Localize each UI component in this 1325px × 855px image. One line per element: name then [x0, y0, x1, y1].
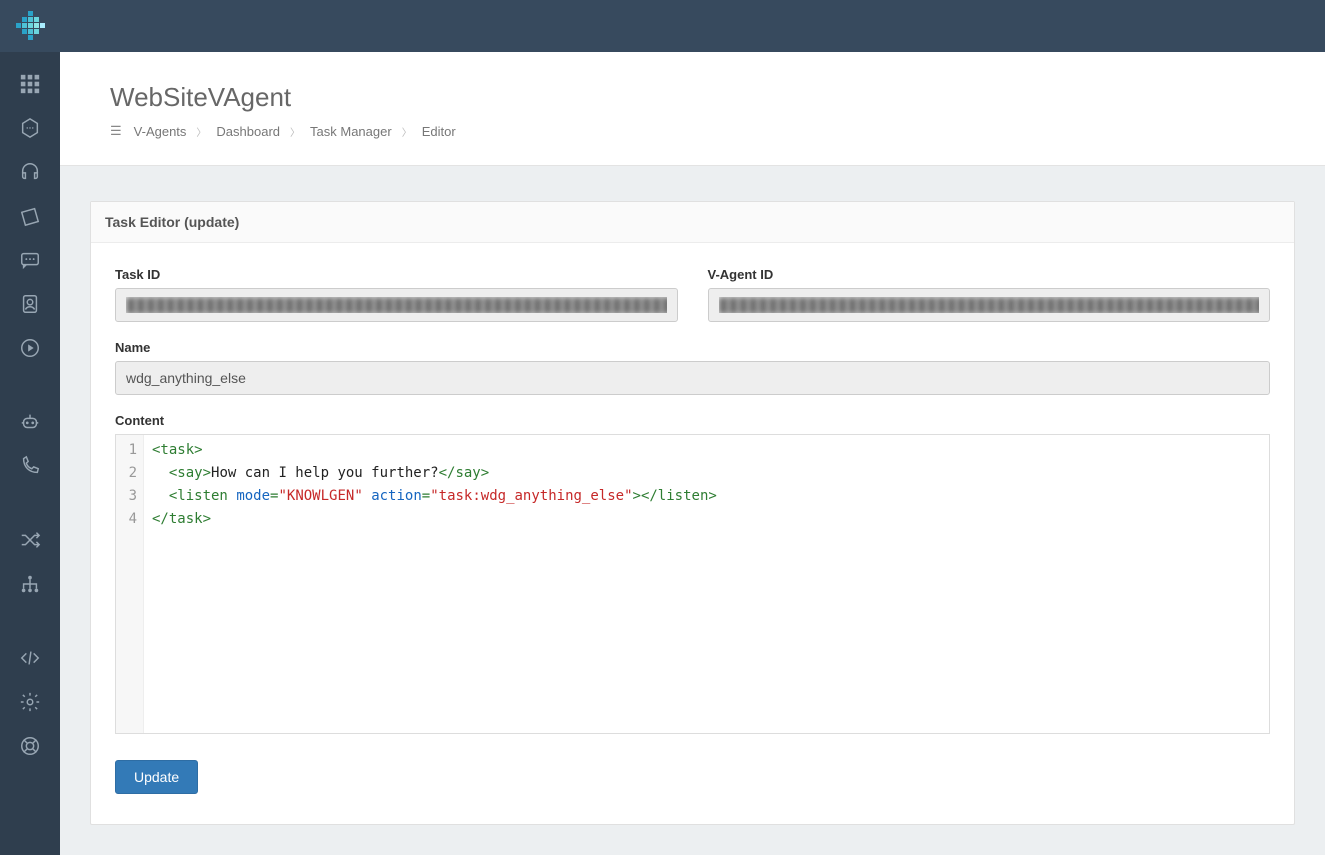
code-gutter: 1234	[116, 435, 144, 733]
page-header: WebSiteVAgent ☰ V-Agents 〉 Dashboard 〉 T…	[60, 52, 1325, 166]
code-content[interactable]: <task> <say>How can I help you further?<…	[144, 435, 1269, 733]
update-button[interactable]: Update	[115, 760, 198, 794]
phone-icon[interactable]	[0, 444, 60, 488]
sidebar	[0, 52, 60, 855]
chevron-right-icon: 〉	[290, 124, 300, 139]
breadcrumb-task-manager[interactable]: Task Manager	[310, 124, 392, 139]
name-label: Name	[115, 340, 1270, 355]
contact-icon[interactable]	[0, 282, 60, 326]
breadcrumb: ☰ V-Agents 〉 Dashboard 〉 Task Manager 〉 …	[110, 123, 1275, 139]
breadcrumb-dashboard[interactable]: Dashboard	[216, 124, 280, 139]
chat-icon[interactable]	[0, 238, 60, 282]
gear-icon[interactable]	[0, 680, 60, 724]
main-content: WebSiteVAgent ☰ V-Agents 〉 Dashboard 〉 T…	[60, 52, 1325, 855]
chevron-right-icon: 〉	[196, 124, 206, 139]
app-logo	[16, 11, 46, 41]
apps-icon[interactable]	[0, 62, 60, 106]
task-id-input[interactable]	[115, 288, 678, 322]
hexagon-icon[interactable]	[0, 106, 60, 150]
panel-title: Task Editor (update)	[91, 202, 1294, 243]
headset-icon[interactable]	[0, 150, 60, 194]
content-label: Content	[115, 413, 1270, 428]
task-id-label: Task ID	[115, 267, 678, 282]
sitemap-icon[interactable]	[0, 562, 60, 606]
code-icon[interactable]	[0, 636, 60, 680]
play-icon[interactable]	[0, 326, 60, 370]
robot-icon[interactable]	[0, 400, 60, 444]
topbar	[0, 0, 1325, 52]
shuffle-icon[interactable]	[0, 518, 60, 562]
code-editor[interactable]: 1234 <task> <say>How can I help you furt…	[115, 434, 1270, 734]
breadcrumb-root[interactable]: V-Agents	[134, 124, 187, 139]
breadcrumb-menu-icon[interactable]: ☰	[110, 123, 122, 139]
name-input[interactable]	[115, 361, 1270, 395]
chevron-right-icon: 〉	[402, 124, 412, 139]
life-ring-icon[interactable]	[0, 724, 60, 768]
vagent-id-input[interactable]	[708, 288, 1271, 322]
breadcrumb-editor[interactable]: Editor	[422, 124, 456, 139]
page-title: WebSiteVAgent	[110, 82, 1275, 113]
vagent-id-label: V-Agent ID	[708, 267, 1271, 282]
task-editor-panel: Task Editor (update) Task ID V-Agent ID …	[90, 201, 1295, 825]
ticket-icon[interactable]	[0, 194, 60, 238]
